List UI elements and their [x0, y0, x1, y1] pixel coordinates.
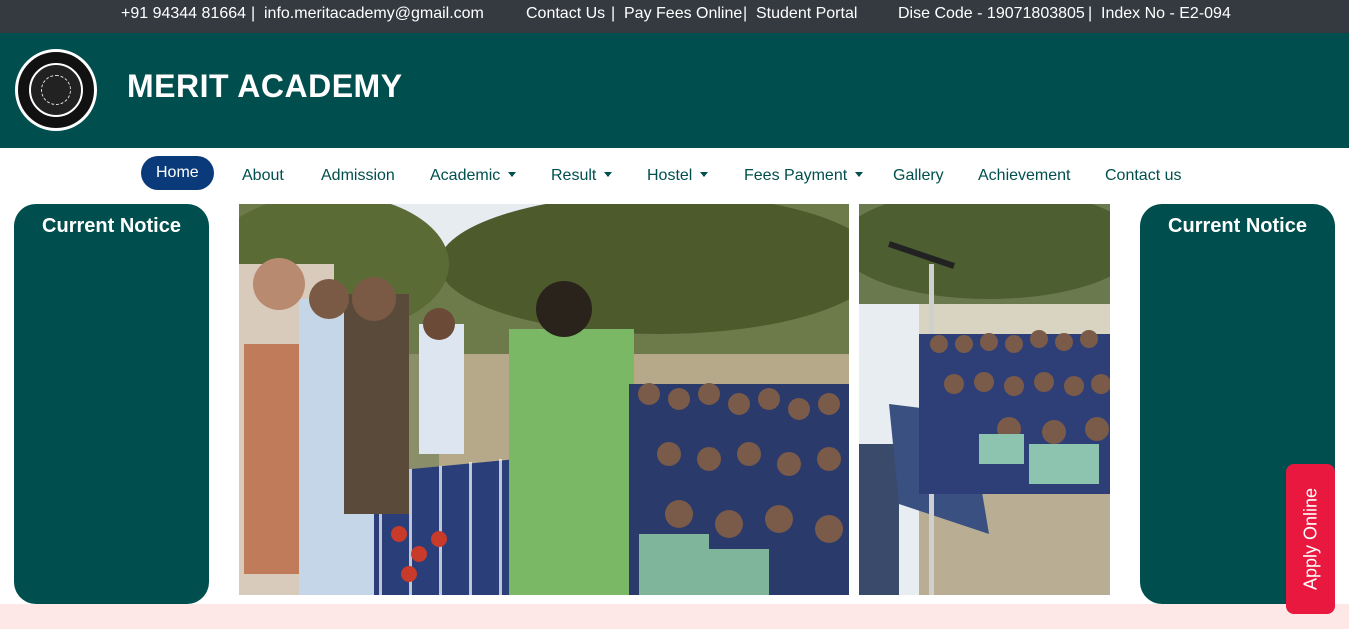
apply-online-button[interactable]: Apply Online [1286, 464, 1335, 614]
photo-ceremony [239, 204, 849, 595]
student-portal-link[interactable]: Student Portal [756, 5, 857, 23]
logo-seal-center [41, 75, 71, 105]
nav-fees-payment-label: Fees Payment [744, 167, 848, 184]
separator: | [611, 5, 616, 22]
notice-title: Current Notice [1168, 215, 1307, 237]
separator: | [1088, 5, 1093, 22]
nav-fees-payment[interactable]: Fees Payment [744, 167, 864, 185]
nav-gallery[interactable]: Gallery [893, 167, 944, 185]
nav-academic[interactable]: Academic [430, 167, 517, 185]
chevron-down-icon [508, 172, 517, 177]
notice-title: Current Notice [42, 215, 181, 237]
email-link[interactable]: info.meritacademy@gmail.com [264, 5, 484, 23]
separator: | [743, 5, 748, 22]
chevron-down-icon [604, 172, 613, 177]
top-info-bar: +91 94344 81664 | info.meritacademy@gmai… [0, 0, 1349, 33]
nav-academic-label: Academic [430, 167, 501, 184]
nav-achievement[interactable]: Achievement [978, 167, 1071, 185]
nav-about[interactable]: About [242, 167, 284, 185]
phone-link[interactable]: +91 94344 81664 [121, 5, 246, 23]
carousel-photo-side[interactable] [859, 204, 1110, 595]
nav-result[interactable]: Result [551, 167, 613, 185]
nav-hostel-label: Hostel [647, 167, 693, 184]
chevron-down-icon [855, 172, 864, 177]
footer-band [0, 604, 1349, 629]
site-header: MERIT ACADEMY [0, 33, 1349, 148]
nav-result-label: Result [551, 167, 597, 184]
contact-us-link[interactable]: Contact Us [526, 5, 605, 23]
nav-home[interactable]: Home [141, 156, 214, 190]
dise-code-text: Dise Code - 19071803805 [898, 5, 1085, 22]
pay-fees-online-link[interactable]: Pay Fees Online [624, 5, 742, 23]
chevron-down-icon [700, 172, 709, 177]
nav-contact-us[interactable]: Contact us [1105, 167, 1181, 185]
separator: | [251, 5, 256, 22]
photo-assembly [859, 204, 1110, 595]
nav-hostel[interactable]: Hostel [647, 167, 709, 185]
carousel-photo-main[interactable] [239, 204, 849, 595]
index-number-text: Index No - E2-094 [1101, 5, 1231, 22]
current-notice-panel-left: Current Notice [14, 204, 209, 604]
apply-online-label: Apply Online [1300, 487, 1320, 591]
logo-seal-ring [29, 63, 83, 117]
school-logo-icon[interactable] [15, 49, 97, 131]
nav-admission[interactable]: Admission [321, 167, 395, 185]
site-title[interactable]: MERIT ACADEMY [127, 68, 403, 105]
main-navigation: Home About Admission Academic Result Hos… [0, 148, 1349, 204]
